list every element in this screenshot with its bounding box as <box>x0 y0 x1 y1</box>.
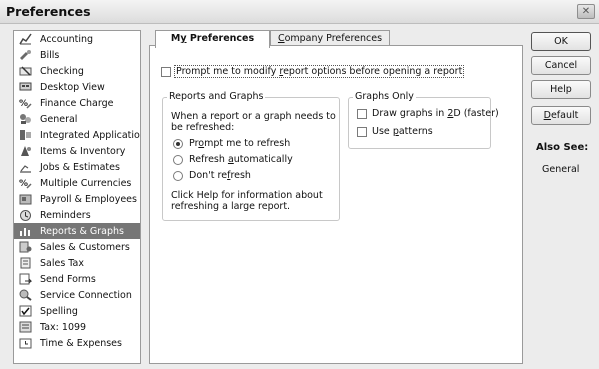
sidebar-item-label: Sales & Customers <box>40 241 130 253</box>
sidebar-item-sales-customers[interactable]: Sales & Customers <box>14 239 140 255</box>
prompt-modify-checkbox[interactable] <box>161 66 171 77</box>
sidebar-item-label: Send Forms <box>40 273 96 285</box>
sidebar-item-tax-1099[interactable]: Tax: 1099 <box>14 319 140 335</box>
sidebar-item-label: Reports & Graphs <box>40 225 124 237</box>
reports-graphs-legend: Reports and Graphs <box>167 91 266 102</box>
prompt-modify-label: Prompt me to modify report options befor… <box>174 65 465 78</box>
draw-2d-checkbox-row[interactable]: Draw graphs in 2D (faster) <box>357 108 499 119</box>
sidebar-item-finance-charge[interactable]: % Finance Charge <box>14 95 140 111</box>
time-expenses-icon <box>18 337 32 350</box>
radio-dont-refresh[interactable]: Don't refresh <box>173 170 251 181</box>
refresh-question-line2: be refreshed: <box>171 122 235 133</box>
sidebar-item-label: Accounting <box>40 33 94 45</box>
sidebar-item-label: Finance Charge <box>40 97 114 109</box>
sidebar-item-label: Checking <box>40 65 84 77</box>
sidebar-item-checking[interactable]: Checking <box>14 63 140 79</box>
sidebar-item-label: Integrated Applications <box>40 129 141 141</box>
prompt-modify-checkbox-row[interactable]: Prompt me to modify report options befor… <box>161 65 465 78</box>
sidebar-item-send-forms[interactable]: Send Forms <box>14 271 140 287</box>
title-bar: Preferences ✕ <box>0 0 599 24</box>
reports-graphs-icon <box>18 225 32 238</box>
sidebar-item-label: Sales Tax <box>40 257 84 269</box>
use-patterns-checkbox[interactable] <box>357 126 367 137</box>
reminders-icon <box>18 209 32 222</box>
cancel-button[interactable]: Cancel <box>531 56 591 75</box>
sales-customers-icon <box>18 241 32 254</box>
close-icon: ✕ <box>581 6 591 17</box>
radio-prompt-refresh[interactable]: Prompt me to refresh <box>173 138 290 149</box>
general-icon <box>18 113 32 126</box>
sidebar-item-payroll-employees[interactable]: Payroll & Employees <box>14 191 140 207</box>
sidebar-item-general[interactable]: General <box>14 111 140 127</box>
sidebar-item-label: Jobs & Estimates <box>40 161 120 173</box>
sidebar-item-label: Tax: 1099 <box>40 321 87 333</box>
graphs-only-legend: Graphs Only <box>353 91 416 102</box>
sidebar-item-label: Payroll & Employees <box>40 193 137 205</box>
radio-refresh-automatically[interactable]: Refresh automatically <box>173 154 293 165</box>
default-button[interactable]: Default <box>531 106 591 125</box>
sidebar-item-bills[interactable]: Bills <box>14 47 140 63</box>
sidebar-item-accounting[interactable]: Accounting <box>14 31 140 47</box>
refresh-question-line1: When a report or a graph needs to <box>171 111 336 122</box>
ok-button[interactable]: OK <box>531 32 591 51</box>
tab-my-preferences[interactable]: My Preferences <box>155 30 270 48</box>
send-forms-icon <box>18 273 32 286</box>
spelling-icon <box>18 305 32 318</box>
sidebar-item-desktop-view[interactable]: Desktop View <box>14 79 140 95</box>
radio-button[interactable] <box>173 138 183 149</box>
help-info-line2: refreshing a large report. <box>171 201 291 212</box>
sidebar-item-label: Reminders <box>40 209 91 221</box>
jobs-estimates-icon <box>18 161 32 174</box>
accounting-icon <box>18 33 32 46</box>
sidebar-item-label: Time & Expenses <box>40 337 122 349</box>
use-patterns-checkbox-row[interactable]: Use patterns <box>357 126 433 137</box>
sidebar-item-jobs-estimates[interactable]: Jobs & Estimates <box>14 159 140 175</box>
desktop-view-icon <box>18 81 32 94</box>
sidebar-item-reports-graphs[interactable]: Reports & Graphs <box>14 223 140 239</box>
sidebar-item-multiple-currencies[interactable]: % Multiple Currencies <box>14 175 140 191</box>
sidebar-item-label: Multiple Currencies <box>40 177 132 189</box>
sidebar-item-items-inventory[interactable]: Items & Inventory <box>14 143 140 159</box>
help-info-line1: Click Help for information about <box>171 190 323 201</box>
preferences-category-list[interactable]: Accounting Bills Checking Desktop View %… <box>13 30 141 364</box>
sidebar-item-sales-tax[interactable]: Sales Tax <box>14 255 140 271</box>
checking-icon <box>18 65 32 78</box>
reports-graphs-group: Reports and Graphs When a report or a gr… <box>162 91 340 221</box>
help-button[interactable]: Help <box>531 80 591 99</box>
tax-1099-icon <box>18 321 32 334</box>
sales-tax-icon <box>18 257 32 270</box>
preferences-panel: Prompt me to modify report options befor… <box>149 45 523 364</box>
sidebar-item-label: Spelling <box>40 305 78 317</box>
window-title: Preferences <box>6 4 91 19</box>
radio-button[interactable] <box>173 154 183 165</box>
close-button[interactable]: ✕ <box>577 4 595 19</box>
graphs-only-group: Graphs Only Draw graphs in 2D (faster) U… <box>348 91 499 149</box>
radio-button[interactable] <box>173 170 183 181</box>
sidebar-item-reminders[interactable]: Reminders <box>14 207 140 223</box>
sidebar-item-time-expenses[interactable]: Time & Expenses <box>14 335 140 351</box>
also-see-heading: Also See: <box>536 142 589 153</box>
sidebar-item-service-connection[interactable]: Service Connection <box>14 287 140 303</box>
also-see-general-link[interactable]: General <box>542 164 579 175</box>
sidebar-item-spelling[interactable]: Spelling <box>14 303 140 319</box>
sidebar-item-label: Items & Inventory <box>40 145 126 157</box>
sidebar-item-label: General <box>40 113 78 125</box>
sidebar-item-label: Service Connection <box>40 289 132 301</box>
draw-2d-checkbox[interactable] <box>357 108 367 119</box>
payroll-icon <box>18 193 32 206</box>
integrated-apps-icon <box>18 129 32 142</box>
sidebar-item-label: Bills <box>40 49 60 61</box>
currencies-icon: % <box>18 177 32 190</box>
bills-icon <box>18 49 32 62</box>
sidebar-item-integrated-applications[interactable]: Integrated Applications <box>14 127 140 143</box>
sidebar-item-label: Desktop View <box>40 81 105 93</box>
finance-charge-icon: % <box>18 97 32 110</box>
service-connection-icon <box>18 289 32 302</box>
items-inventory-icon <box>18 145 32 158</box>
